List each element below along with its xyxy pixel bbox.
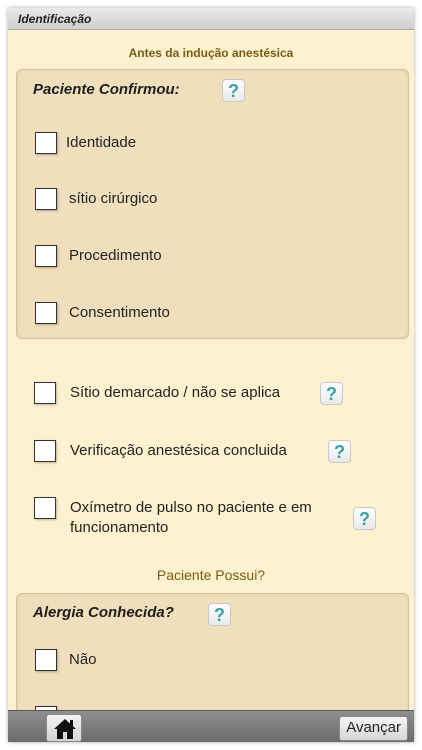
home-icon (54, 719, 76, 739)
help-icon[interactable]: ? (208, 603, 231, 626)
checkbox-label: Consentimento (69, 304, 170, 321)
bottom-toolbar: Avançar (8, 710, 414, 742)
checkbox-label: sítio cirúrgico (69, 190, 158, 207)
page-title: Identificação (18, 12, 92, 26)
checkbox[interactable] (34, 497, 56, 519)
checkbox-label: Procedimento (69, 247, 162, 264)
panel-title: Paciente Confirmou: (33, 81, 180, 98)
checkbox[interactable] (34, 382, 56, 404)
help-icon[interactable]: ? (328, 440, 351, 463)
help-icon[interactable]: ? (353, 507, 376, 530)
checkbox-label: Oxímetro de pulso no paciente e em funci… (70, 499, 312, 536)
home-button[interactable] (46, 714, 82, 742)
checkbox[interactable] (35, 188, 57, 210)
checkbox[interactable] (35, 245, 57, 267)
checkbox-label: Verificação anestésica concluida (70, 442, 287, 459)
page-header: Identificação (8, 8, 414, 30)
checkbox[interactable] (35, 132, 57, 154)
section-title: Antes da indução anestésica (128, 46, 294, 60)
help-icon[interactable]: ? (222, 79, 245, 102)
patient-confirmed-panel: Paciente Confirmou: ? Identidade sítio c… (16, 69, 409, 339)
checkbox[interactable] (35, 649, 57, 671)
checkbox[interactable] (35, 302, 57, 324)
panel-title: Alergia Conhecida? (33, 604, 174, 621)
next-button[interactable]: Avançar (339, 716, 408, 741)
app-frame: Identificação Antes da indução anestésic… (8, 8, 414, 742)
patient-has-heading: Paciente Possui? (156, 567, 266, 583)
checkbox[interactable] (34, 440, 56, 462)
checkbox-label: Identidade (66, 134, 137, 151)
checkbox-label: Não (69, 651, 97, 668)
checkbox-label: Sítio demarcado / não se aplica (70, 384, 281, 401)
help-icon[interactable]: ? (320, 382, 343, 405)
